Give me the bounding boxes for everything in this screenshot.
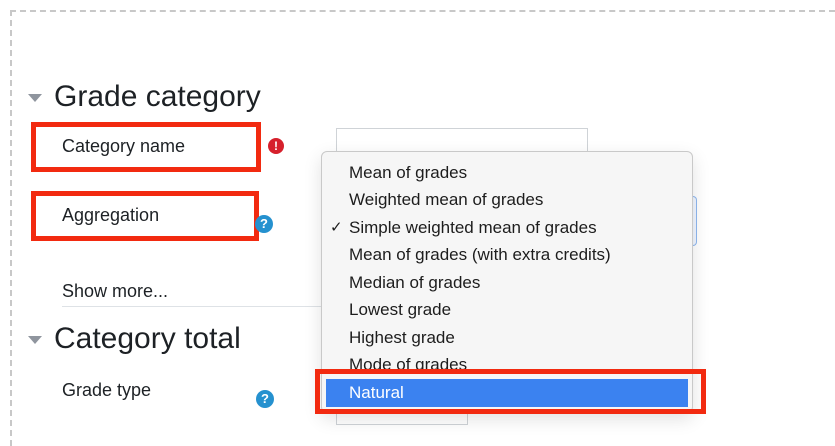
dropdown-option[interactable]: Median of grades xyxy=(322,269,692,297)
dropdown-option[interactable]: Lowest grade xyxy=(322,296,692,324)
dropdown-option[interactable]: Weighted mean of grades xyxy=(322,186,692,214)
section-title-category-total: Category total xyxy=(54,322,241,355)
annotation-box-natural xyxy=(315,369,706,414)
option-label: Mean of grades (with extra credits) xyxy=(349,245,611,264)
dashed-border-left xyxy=(10,10,12,446)
option-label: Mean of grades xyxy=(349,163,468,182)
category-name-input[interactable] xyxy=(336,128,588,153)
dropdown-option-selected[interactable]: ✓ Simple weighted mean of grades xyxy=(322,214,692,242)
grade-category-header[interactable]: Grade category xyxy=(28,80,261,114)
section-title-grade-category: Grade category xyxy=(54,80,261,113)
exclamation-circle-icon: ! xyxy=(268,138,284,154)
section-divider xyxy=(62,306,322,307)
option-label: Median of grades xyxy=(349,273,481,292)
option-label: Simple weighted mean of grades xyxy=(349,218,597,237)
dropdown-option[interactable]: Mean of grades xyxy=(322,159,692,187)
collapse-triangle-icon xyxy=(28,336,42,344)
category-total-header[interactable]: Category total xyxy=(28,322,241,356)
question-circle-icon[interactable]: ? xyxy=(255,215,273,233)
question-circle-icon[interactable]: ? xyxy=(256,390,274,408)
grade-type-label: Grade type xyxy=(62,380,152,400)
option-label: Lowest grade xyxy=(349,300,452,319)
checkmark-icon: ✓ xyxy=(330,219,343,236)
collapse-triangle-icon xyxy=(28,94,42,102)
dashed-border-top xyxy=(10,10,835,12)
dropdown-option[interactable]: Mean of grades (with extra credits) xyxy=(322,241,692,269)
dropdown-option[interactable]: Highest grade xyxy=(322,324,692,352)
option-label: Highest grade xyxy=(349,328,455,347)
aggregation-label: Aggregation xyxy=(62,205,160,225)
category-name-label: Category name xyxy=(62,136,186,156)
option-label: Weighted mean of grades xyxy=(349,190,544,209)
show-more-link[interactable]: Show more... xyxy=(62,281,168,302)
